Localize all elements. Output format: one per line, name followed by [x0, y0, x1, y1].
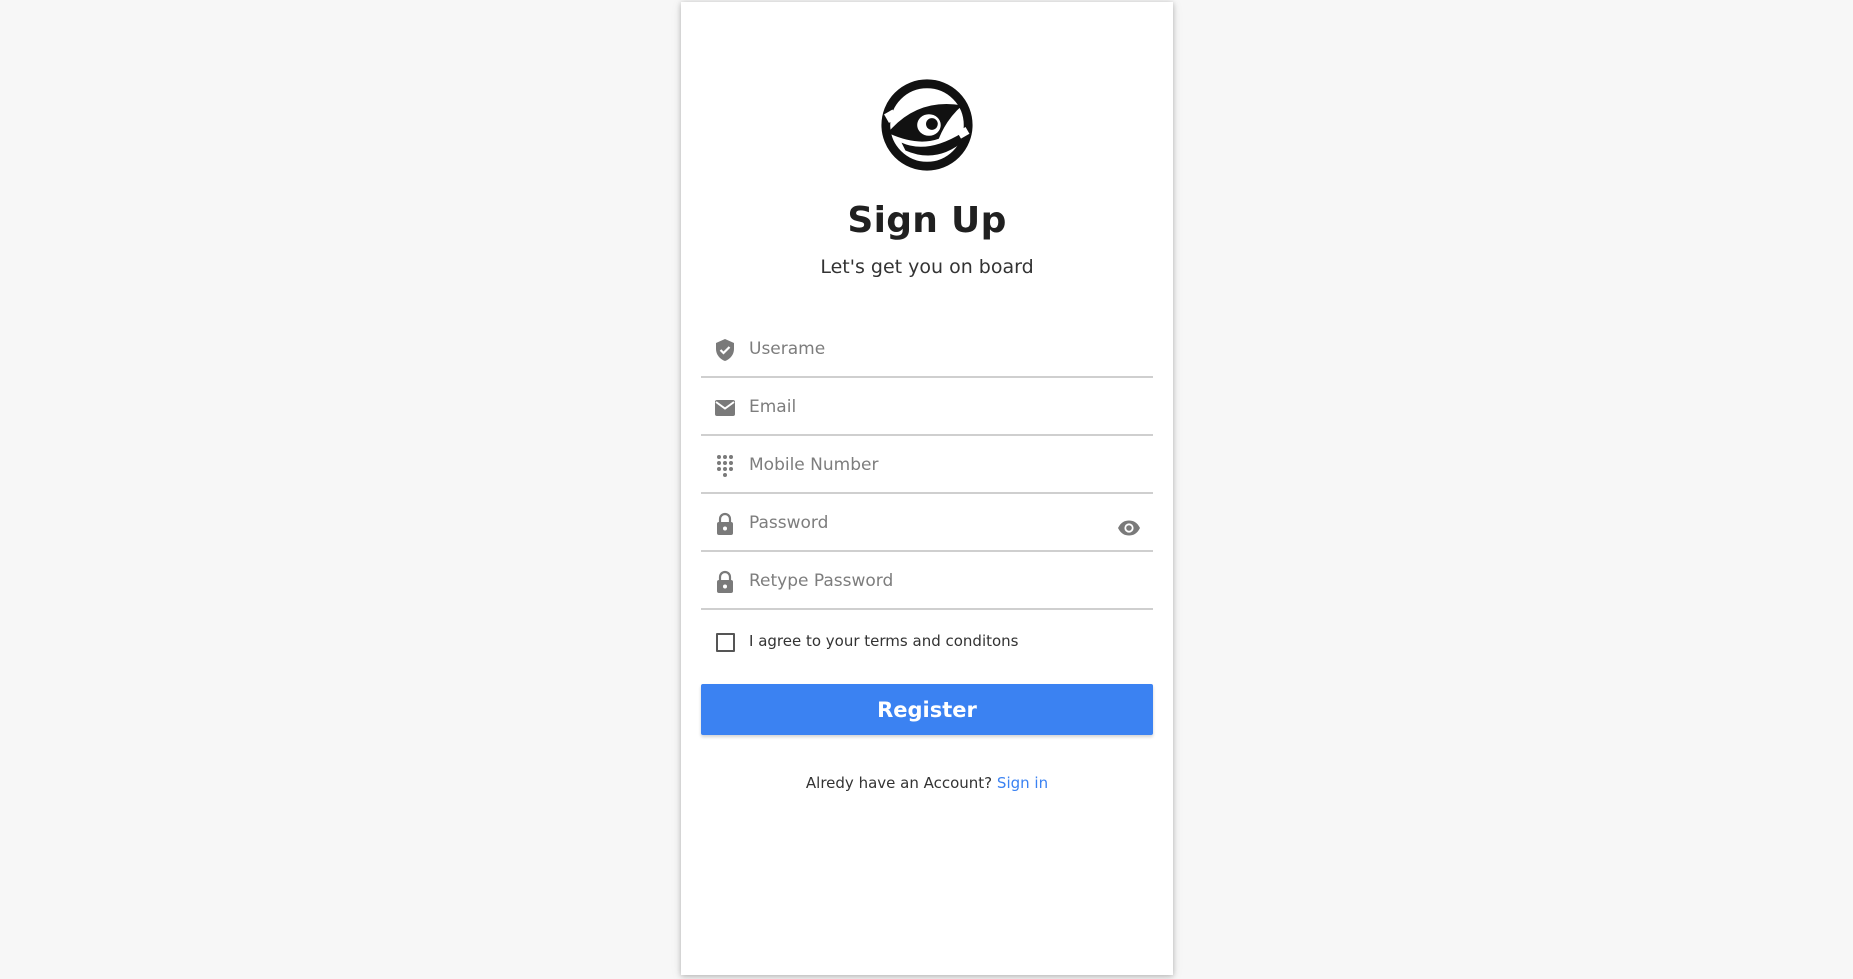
signin-prompt: Alredy have an Account? Sign in — [681, 774, 1173, 792]
mail-icon — [715, 400, 735, 416]
lock-icon — [717, 512, 733, 535]
username-input[interactable] — [749, 330, 1089, 368]
page-subtitle: Let's get you on board — [820, 256, 1034, 278]
dialpad-icon — [717, 455, 733, 477]
email-input[interactable] — [749, 388, 1089, 426]
terms-row: I agree to your terms and conditons — [701, 630, 1153, 656]
terms-label: I agree to your terms and conditons — [749, 632, 1019, 650]
username-field-row — [701, 322, 1153, 378]
register-button[interactable]: Register — [701, 684, 1153, 735]
mobile-input[interactable] — [749, 446, 1089, 484]
email-field-row — [701, 380, 1153, 436]
page-title: Sign Up — [847, 200, 1007, 241]
signup-card: Sign Up Let's get you on board Userame E… — [681, 2, 1173, 975]
password-input[interactable] — [749, 504, 1089, 542]
eye-icon[interactable] — [1117, 516, 1141, 540]
lock-icon — [717, 570, 733, 593]
shield-check-icon — [716, 339, 734, 361]
retype-password-input[interactable] — [749, 562, 1089, 600]
eye-logo-icon — [881, 79, 973, 171]
password-field-row — [701, 496, 1153, 552]
terms-checkbox[interactable] — [716, 633, 735, 652]
signin-link[interactable]: Sign in — [997, 774, 1048, 792]
retype-password-field-row — [701, 554, 1153, 610]
signin-prompt-text: Alredy have an Account? — [805, 774, 993, 792]
mobile-field-row — [701, 438, 1153, 494]
